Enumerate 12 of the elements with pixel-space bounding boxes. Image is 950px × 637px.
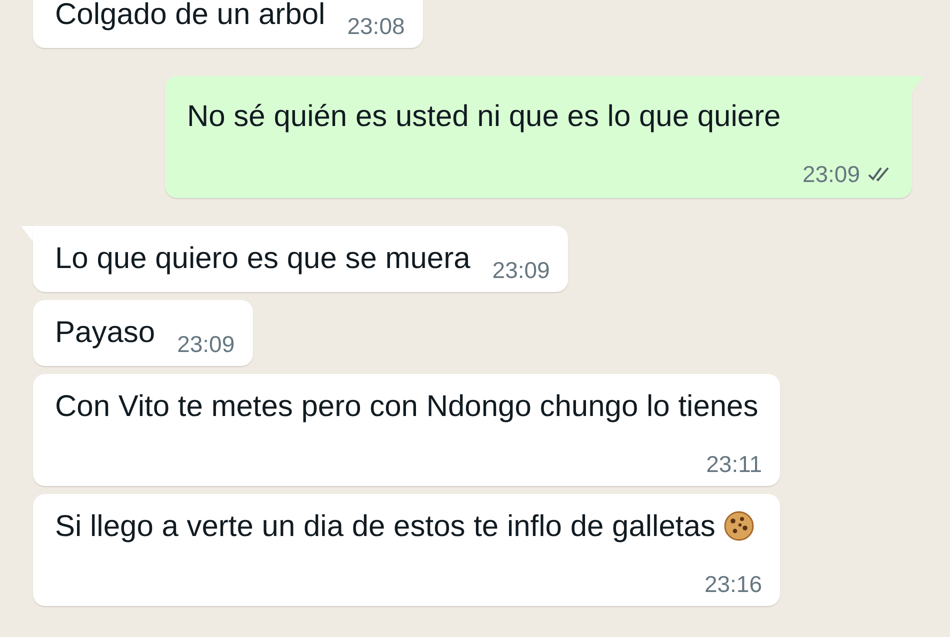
message-text: No sé quién es usted ni que es lo que quiere <box>187 100 781 133</box>
message-time: 23:09 <box>802 160 860 188</box>
message-time: 23:09 <box>492 256 550 284</box>
message-text: Payaso <box>55 316 156 349</box>
message-time: 23:11 <box>706 450 762 478</box>
message-time: 23:16 <box>704 570 762 598</box>
message-time: 23:09 <box>177 330 235 358</box>
message-text: Con Vito te metes pero con Ndongo chungo lo tienes <box>55 390 758 423</box>
message-text: Lo que quiero es que se muera <box>55 242 470 275</box>
message-text: Colgado de un arbol <box>55 0 326 31</box>
message-time: 23:08 <box>347 12 405 40</box>
message-text: Si llego a verte un dia de estos te inflo de galletas <box>55 510 716 543</box>
